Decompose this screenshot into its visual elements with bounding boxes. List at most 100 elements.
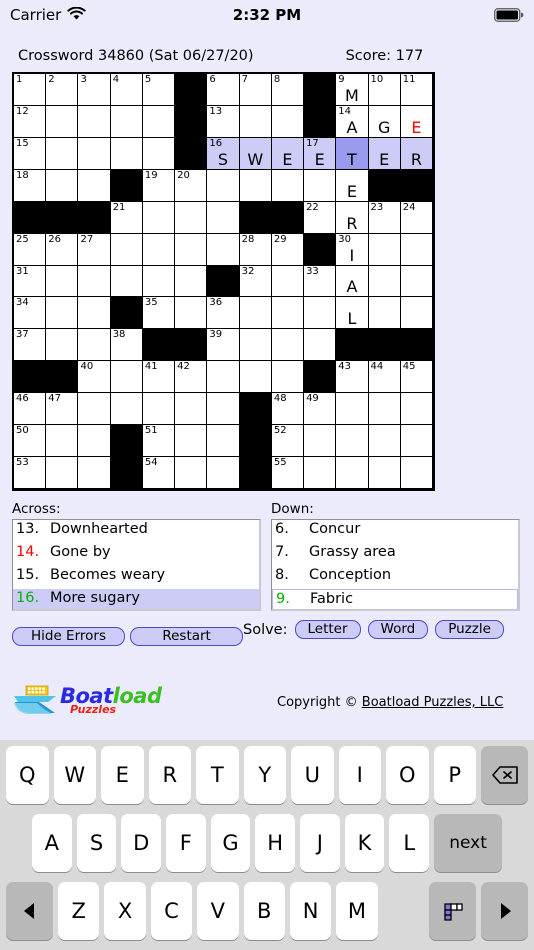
- grid-cell[interactable]: 39: [207, 329, 240, 362]
- grid-cell[interactable]: [46, 265, 79, 298]
- grid-cell[interactable]: 22: [304, 201, 337, 234]
- grid-cell[interactable]: [142, 201, 176, 234]
- key-l[interactable]: L: [389, 814, 430, 872]
- grid-cell[interactable]: [400, 297, 433, 330]
- grid-cell[interactable]: [175, 393, 208, 426]
- grid-cell[interactable]: 23: [368, 201, 401, 234]
- grid-cell[interactable]: [110, 105, 143, 138]
- grid-cell[interactable]: 28: [239, 233, 272, 266]
- grid-cell[interactable]: 44: [368, 361, 401, 394]
- grid-cell[interactable]: [304, 297, 337, 330]
- grid-cell[interactable]: [110, 393, 143, 426]
- grid-cell[interactable]: [207, 233, 240, 266]
- key-n[interactable]: N: [289, 882, 332, 940]
- grid-cell[interactable]: [239, 329, 272, 362]
- grid-cell[interactable]: [368, 393, 401, 426]
- grid-cell[interactable]: [78, 425, 111, 458]
- grid-cell[interactable]: [46, 137, 79, 170]
- grid-cell[interactable]: 26: [46, 233, 79, 266]
- grid-cell[interactable]: 13: [207, 105, 240, 138]
- key-v[interactable]: V: [197, 882, 239, 940]
- grid-cell[interactable]: [304, 169, 337, 202]
- grid-cell[interactable]: [336, 457, 369, 489]
- grid-cell[interactable]: [336, 425, 369, 458]
- grid-cell[interactable]: [400, 393, 433, 426]
- grid-cell[interactable]: 53: [14, 457, 47, 489]
- grid-cell[interactable]: [175, 457, 208, 489]
- grid-cell[interactable]: 36: [207, 297, 240, 330]
- key-q[interactable]: Q: [6, 746, 49, 804]
- grid-cell[interactable]: [78, 393, 111, 426]
- grid-cell[interactable]: [110, 233, 143, 266]
- grid-cell[interactable]: [271, 361, 305, 394]
- solve-word-button[interactable]: Word: [367, 620, 429, 639]
- key-c[interactable]: C: [150, 882, 193, 940]
- grid-cell[interactable]: [46, 457, 79, 489]
- grid-cell[interactable]: 32: [239, 265, 272, 298]
- key-i[interactable]: I: [338, 746, 381, 804]
- grid-cell[interactable]: 21: [110, 201, 143, 234]
- grid-cell[interactable]: [175, 425, 208, 458]
- clue-item-across[interactable]: 14. Gone by: [13, 543, 259, 566]
- grid-cell[interactable]: 9M: [336, 74, 369, 106]
- grid-cell[interactable]: 11: [400, 74, 433, 106]
- grid-cell[interactable]: L: [336, 297, 369, 330]
- grid-cell[interactable]: [304, 425, 337, 458]
- grid-cell[interactable]: E: [336, 169, 369, 202]
- clue-item-across[interactable]: 13. Downhearted: [13, 520, 259, 543]
- grid-cell[interactable]: [110, 137, 143, 170]
- grid-cell[interactable]: [142, 233, 176, 266]
- grid-cell[interactable]: [207, 425, 240, 458]
- grid-cell[interactable]: [239, 105, 272, 138]
- grid-cell[interactable]: 17 E: [304, 137, 337, 170]
- grid-cell[interactable]: [78, 329, 111, 362]
- grid-cell[interactable]: 31: [14, 265, 47, 298]
- grid-cell[interactable]: [336, 393, 369, 426]
- grid-cell[interactable]: [207, 201, 240, 234]
- key-x[interactable]: X: [104, 882, 146, 940]
- grid-cell[interactable]: [239, 297, 272, 330]
- grid-cell[interactable]: [368, 457, 401, 489]
- grid-cell[interactable]: 35: [142, 297, 176, 330]
- grid-cell[interactable]: [271, 265, 305, 298]
- grid-cell[interactable]: [368, 425, 401, 458]
- grid-cell[interactable]: [46, 329, 79, 362]
- grid-cell[interactable]: [368, 265, 401, 298]
- across-clue-list[interactable]: 13. Downhearted 14. Gone by 15. Becomes weary…: [12, 519, 261, 611]
- grid-cell[interactable]: 6: [207, 74, 240, 106]
- grid-cell[interactable]: 15: [14, 137, 47, 170]
- grid-cell[interactable]: [175, 201, 208, 234]
- grid-cell[interactable]: 52: [271, 425, 305, 458]
- grid-cell[interactable]: [46, 169, 79, 202]
- key-j[interactable]: J: [300, 814, 340, 872]
- key-next[interactable]: next: [434, 814, 503, 872]
- grid-cell[interactable]: [304, 457, 337, 489]
- grid-cell[interactable]: 41: [142, 361, 176, 394]
- grid-cell[interactable]: [207, 169, 240, 202]
- grid-cell[interactable]: [207, 361, 240, 394]
- grid-cell[interactable]: 49: [304, 393, 337, 426]
- grid-cell[interactable]: [46, 425, 79, 458]
- hide-errors-button[interactable]: Hide Errors: [12, 627, 125, 646]
- grid-cell[interactable]: 38: [110, 329, 143, 362]
- grid-cell[interactable]: 2: [46, 74, 79, 106]
- clue-item-across[interactable]: 15. Becomes weary: [13, 566, 259, 589]
- key-y[interactable]: Y: [243, 746, 286, 804]
- key-z[interactable]: Z: [58, 882, 100, 940]
- grid-cell[interactable]: [142, 265, 176, 298]
- grid-cell[interactable]: G: [368, 105, 401, 138]
- grid-cell[interactable]: [78, 265, 111, 298]
- grid-cell[interactable]: 12: [14, 105, 47, 138]
- arrow-right-icon[interactable]: [481, 882, 528, 940]
- grid-cell[interactable]: 33: [304, 265, 337, 298]
- grid-cell[interactable]: [142, 393, 176, 426]
- grid-cell[interactable]: 51: [142, 425, 176, 458]
- grid-cell[interactable]: 5: [142, 74, 176, 106]
- grid-cell[interactable]: 29: [271, 233, 305, 266]
- grid-cell[interactable]: 40: [78, 361, 111, 394]
- grid-cell[interactable]: [78, 137, 111, 170]
- backspace-icon[interactable]: [481, 746, 528, 804]
- grid-cell[interactable]: [400, 457, 433, 489]
- clue-item-across[interactable]: 16. More sugary: [13, 589, 259, 609]
- grid-cell[interactable]: [175, 265, 208, 298]
